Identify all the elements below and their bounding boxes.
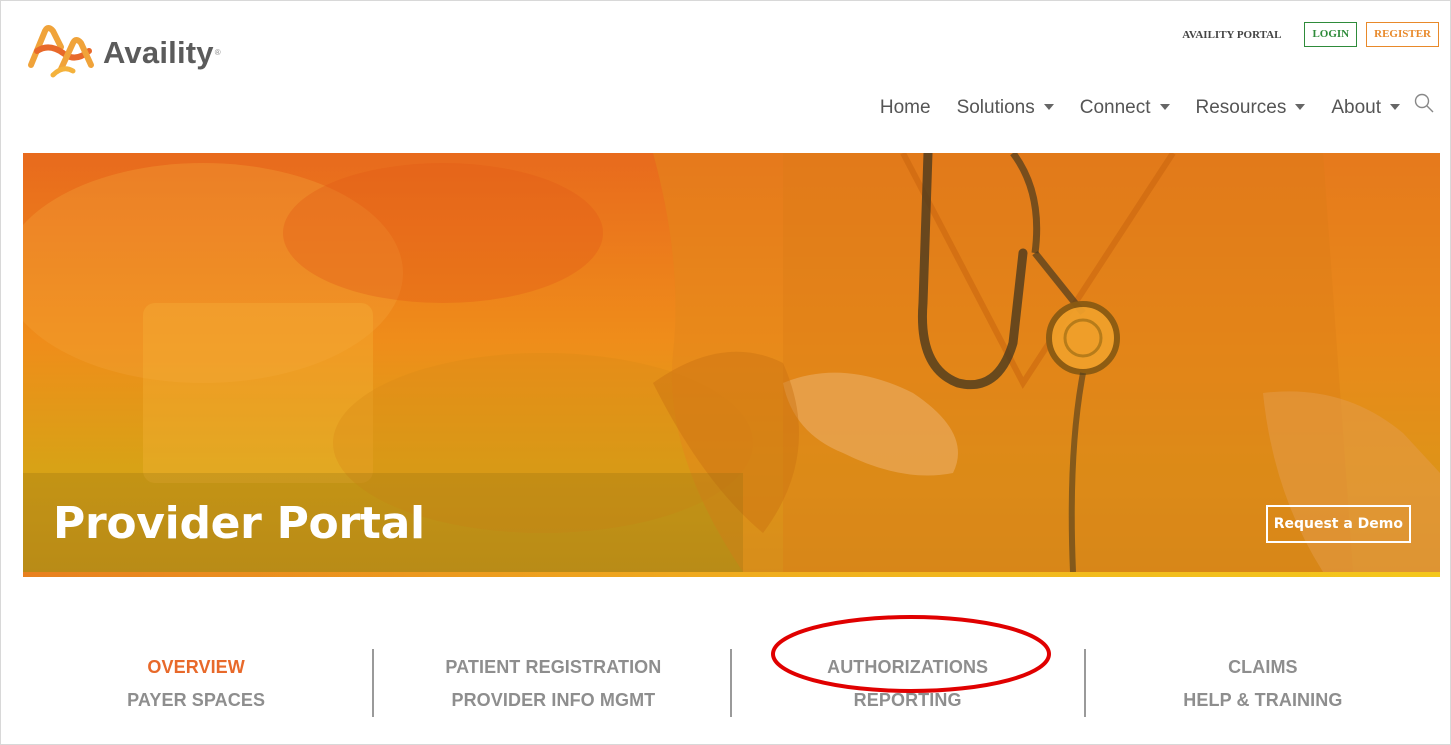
nav-home[interactable]: Home — [880, 97, 931, 119]
caret-down-icon — [1043, 104, 1054, 110]
nav-connect-label: Connect — [1079, 97, 1151, 118]
nav-about[interactable]: About — [1331, 97, 1400, 119]
brand-name: Availity — [103, 34, 214, 70]
page-frame: Availity ® AVAILITY PORTAL LOGIN REGISTE… — [0, 0, 1451, 745]
hero-underline — [23, 572, 1440, 577]
tab-provider-info-mgmt[interactable]: PROVIDER INFO MGMT — [451, 684, 655, 717]
nav-resources[interactable]: Resources — [1196, 97, 1306, 119]
login-button[interactable]: LOGIN — [1304, 22, 1358, 47]
tab-column-2: PATIENT REGISTRATION PROVIDER INFO MGMT — [377, 649, 732, 717]
nav-solutions[interactable]: Solutions — [957, 97, 1054, 119]
availity-logo-icon — [28, 25, 94, 78]
hero-title: Provider Portal — [53, 498, 425, 549]
tab-claims[interactable]: CLAIMS — [1228, 651, 1298, 684]
tab-help-training[interactable]: HELP & TRAINING — [1183, 684, 1342, 717]
search-icon[interactable] — [1414, 93, 1434, 113]
section-tabs: OVERVIEW PAYER SPACES PATIENT REGISTRATI… — [23, 649, 1440, 725]
availity-logo[interactable]: Availity ® — [23, 21, 221, 83]
tab-patient-registration[interactable]: PATIENT REGISTRATION — [445, 651, 661, 684]
nav-connect[interactable]: Connect — [1080, 97, 1170, 119]
registered-mark: ® — [214, 47, 221, 57]
tab-overview[interactable]: OVERVIEW — [147, 651, 245, 684]
main-nav: Home Solutions Connect Resources About — [880, 93, 1434, 119]
utility-nav: AVAILITY PORTAL LOGIN REGISTER — [1182, 22, 1439, 47]
nav-resources-label: Resources — [1195, 97, 1287, 118]
tab-column-4: CLAIMS HELP & TRAINING — [1086, 649, 1440, 717]
caret-down-icon — [1295, 104, 1306, 110]
hero-banner: Provider Portal Request a Demo — [23, 153, 1440, 572]
register-button[interactable]: REGISTER — [1366, 22, 1439, 47]
nav-home-label: Home — [879, 97, 931, 118]
request-demo-button[interactable]: Request a Demo — [1265, 505, 1411, 543]
nav-solutions-label: Solutions — [956, 97, 1035, 118]
nav-about-label: About — [1331, 97, 1381, 118]
tab-payer-spaces[interactable]: PAYER SPACES — [127, 684, 265, 717]
highlight-ellipse-annotation — [771, 615, 1051, 693]
availity-portal-link[interactable]: AVAILITY PORTAL — [1182, 29, 1281, 41]
tab-column-1: OVERVIEW PAYER SPACES — [20, 649, 375, 717]
caret-down-icon — [1390, 104, 1400, 110]
caret-down-icon — [1159, 104, 1170, 110]
